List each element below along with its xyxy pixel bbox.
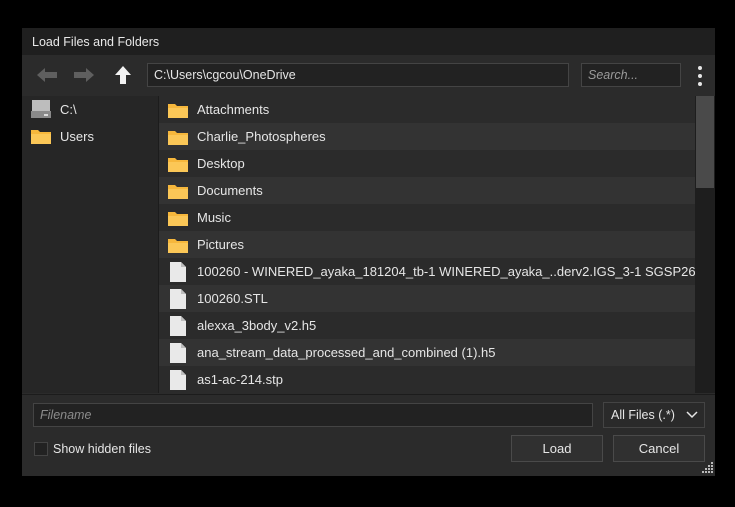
folder-icon xyxy=(31,130,51,144)
file-name: alexxa_3body_v2.h5 xyxy=(197,318,317,333)
file-icon xyxy=(170,315,186,336)
file-icon xyxy=(170,261,186,282)
file-name: Pictures xyxy=(197,237,244,252)
more-options-button[interactable] xyxy=(694,66,706,86)
filename-input[interactable]: Filename xyxy=(33,403,593,427)
folder-icon xyxy=(168,211,188,226)
folder-icon xyxy=(167,154,189,174)
file-row[interactable]: 100260.STL xyxy=(159,285,695,312)
path-input[interactable]: C:\Users\cgcou\OneDrive xyxy=(147,63,569,87)
file-icon xyxy=(170,369,186,390)
folder-row[interactable]: Music xyxy=(159,204,695,231)
file-name: 100260 - WINERED_ayaka_181204_tb-1 WINER… xyxy=(197,264,695,279)
folder-icon xyxy=(167,208,189,228)
file-icon xyxy=(167,261,189,282)
scrollbar-thumb[interactable] xyxy=(696,96,714,188)
file-type-select[interactable]: All Files (.*) xyxy=(603,402,705,428)
folder-row[interactable]: Documents xyxy=(159,177,695,204)
file-icon xyxy=(167,342,189,363)
file-name: Charlie_Photospheres xyxy=(197,129,326,144)
file-list: Attachments Charlie_Photospheres Desktop Do… xyxy=(159,96,695,393)
file-icon xyxy=(167,315,189,336)
arrow-up-icon xyxy=(115,66,131,84)
sidebar-item-label: C:\ xyxy=(60,101,77,117)
load-button[interactable]: Load xyxy=(511,435,603,462)
resize-grip-icon[interactable] xyxy=(702,462,714,474)
file-row[interactable]: as1-ac-214.stp xyxy=(159,366,695,393)
sidebar-item-c-drive[interactable]: C:\ xyxy=(30,98,77,120)
drive-icon xyxy=(31,100,51,118)
kebab-menu-icon xyxy=(698,66,702,70)
forward-button[interactable] xyxy=(73,65,95,85)
up-button[interactable] xyxy=(112,65,134,85)
arrow-right-icon xyxy=(74,68,94,82)
back-button[interactable] xyxy=(36,65,58,85)
file-icon xyxy=(167,288,189,309)
file-row[interactable]: 100260 - WINERED_ayaka_181204_tb-1 WINER… xyxy=(159,258,695,285)
file-name: Desktop xyxy=(197,156,245,171)
folder-icon xyxy=(167,127,189,147)
file-name: ana_stream_data_processed_and_combined (… xyxy=(197,345,496,360)
cancel-button[interactable]: Cancel xyxy=(613,435,705,462)
kebab-dot xyxy=(698,82,702,86)
folder-icon xyxy=(167,235,189,255)
folder-row[interactable]: Desktop xyxy=(159,150,695,177)
search-input[interactable]: Search... xyxy=(581,63,681,87)
show-hidden-label[interactable]: Show hidden files xyxy=(53,442,151,456)
folder-icon xyxy=(168,157,188,172)
file-name: 100260.STL xyxy=(197,291,268,306)
file-icon xyxy=(170,342,186,363)
file-name: Attachments xyxy=(197,102,270,117)
sidebar-item-label: Users xyxy=(60,128,94,144)
file-icon xyxy=(170,288,186,309)
folder-icon xyxy=(168,184,188,199)
sidebar-item-users[interactable]: Users xyxy=(30,125,94,147)
folder-row[interactable]: Attachments xyxy=(159,96,695,123)
folder-row[interactable]: Pictures xyxy=(159,231,695,258)
folder-icon xyxy=(167,181,189,201)
chevron-down-icon xyxy=(686,411,698,419)
sidebar: C:\ Users xyxy=(22,96,159,393)
folder-icon xyxy=(168,103,188,118)
file-name: as1-ac-214.stp xyxy=(197,372,283,387)
show-hidden-checkbox[interactable] xyxy=(34,442,48,456)
arrow-left-icon xyxy=(37,68,57,82)
folder-icon xyxy=(168,130,188,145)
folder-row[interactable]: Charlie_Photospheres xyxy=(159,123,695,150)
file-name: Music xyxy=(197,210,231,225)
file-icon xyxy=(167,369,189,390)
file-row[interactable]: alexxa_3body_v2.h5 xyxy=(159,312,695,339)
load-files-dialog: Load Files and Folders C:\Users\cgcou\On… xyxy=(22,28,715,476)
file-row[interactable]: ana_stream_data_processed_and_combined (… xyxy=(159,339,695,366)
title-bar[interactable]: Load Files and Folders xyxy=(22,28,715,55)
folder-icon xyxy=(168,238,188,253)
window-title: Load Files and Folders xyxy=(32,35,160,49)
file-type-value: All Files (.*) xyxy=(611,408,675,422)
file-name: Documents xyxy=(197,183,263,198)
kebab-dot xyxy=(698,74,702,78)
folder-icon xyxy=(167,100,189,120)
